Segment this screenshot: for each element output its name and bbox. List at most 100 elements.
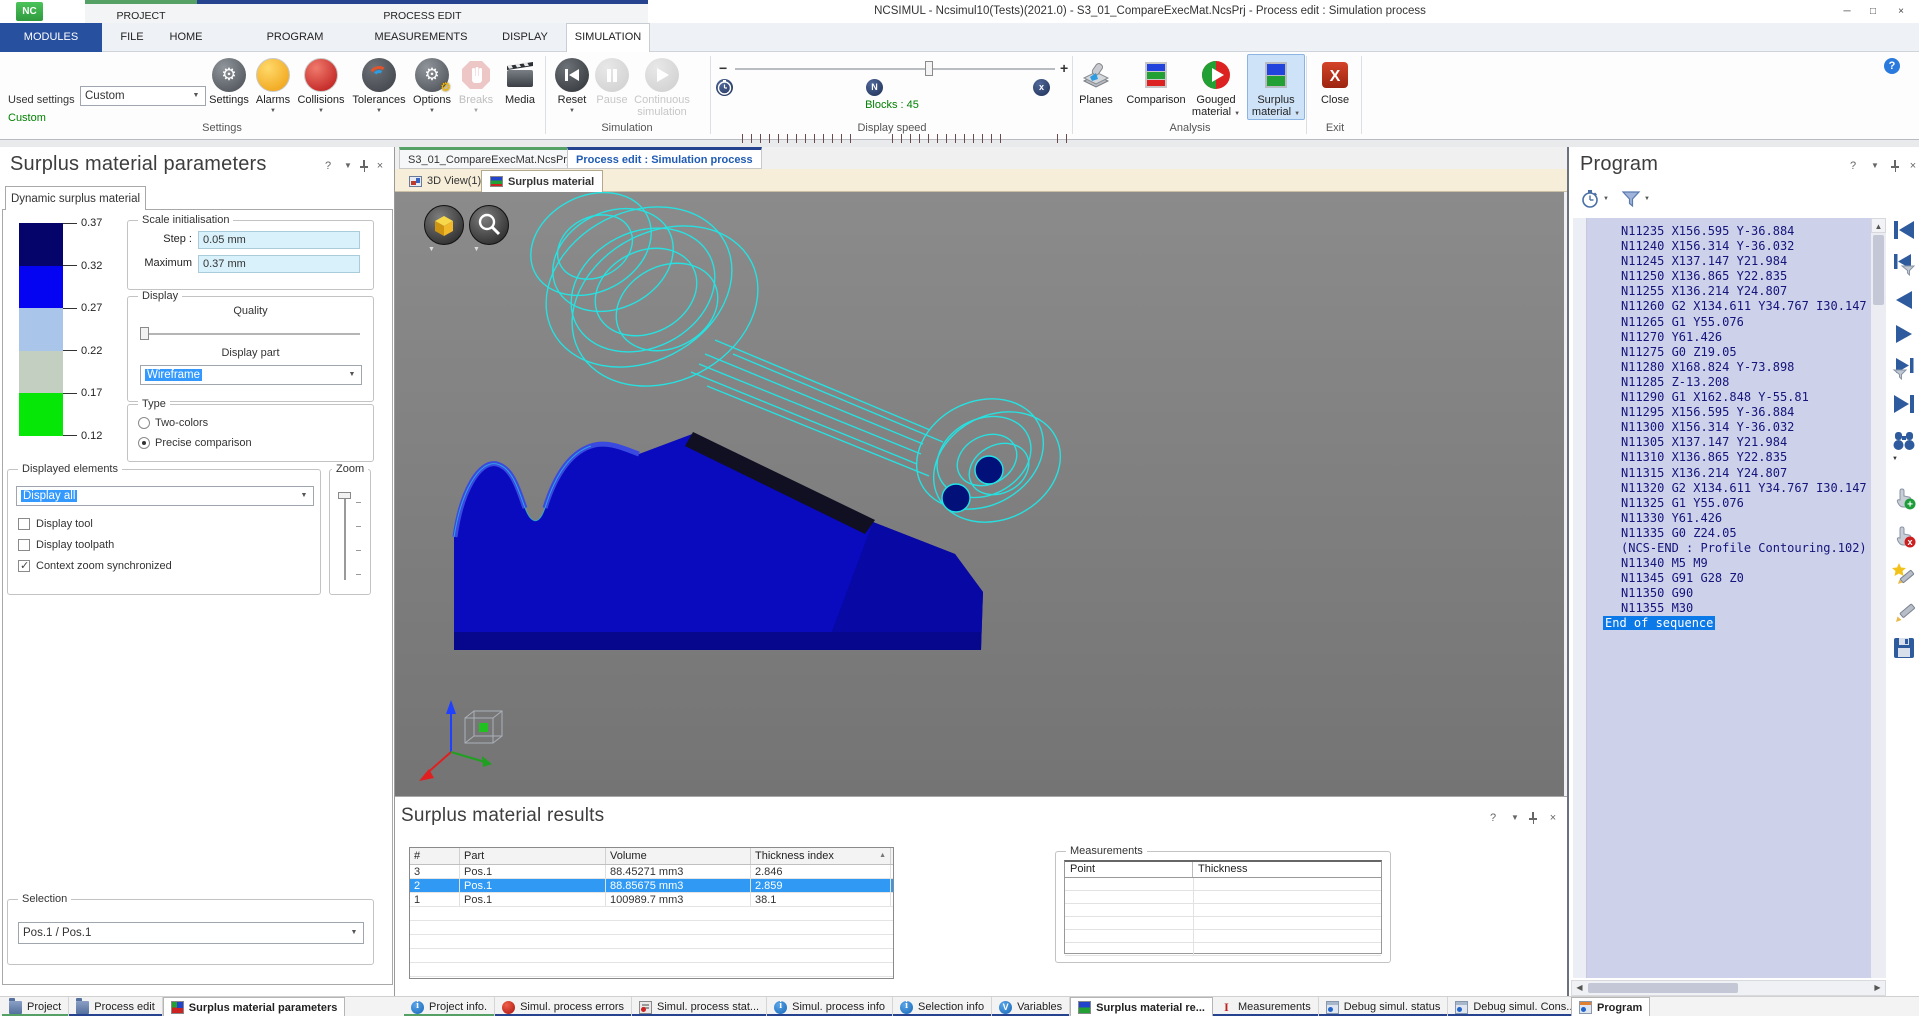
gcode-line[interactable]: N11290 G1 X162.848 Y-55.81	[1587, 390, 1871, 405]
radio-option[interactable]: Precise comparison	[138, 437, 367, 449]
chevron-down-icon[interactable]: ▼	[428, 246, 435, 253]
gcode-line[interactable]: N11255 X136.214 Y24.807	[1587, 284, 1871, 299]
speed-slider-handle[interactable]	[925, 61, 933, 76]
gcode-line[interactable]: N11285 Z-13.208	[1587, 375, 1871, 390]
go-to-start-button[interactable]	[1892, 218, 1916, 242]
scrollbar-thumb[interactable]	[1873, 235, 1884, 305]
help-icon[interactable]: ?	[320, 159, 336, 173]
speed-minus[interactable]: −	[719, 60, 727, 76]
tab-measurements[interactable]: MEASUREMENTS	[356, 23, 486, 52]
scrollbar-thumb[interactable]	[1588, 983, 1738, 993]
table-row[interactable]: 2Pos.188.85675 mm32.859	[410, 879, 893, 893]
close-panel-icon[interactable]: ×	[1545, 811, 1561, 825]
close-panel-icon[interactable]: ×	[372, 159, 388, 173]
statusbar-tab[interactable]: Simul. process errors	[495, 997, 632, 1016]
display-part-dropdown[interactable]: Wireframe ▼	[140, 365, 362, 385]
speed-plus[interactable]: +	[1060, 60, 1068, 76]
maximum-field[interactable]: 0.37 mm	[198, 255, 360, 273]
viewcube-button[interactable]	[424, 205, 464, 245]
planes-button[interactable]: Planes	[1069, 58, 1123, 106]
collisions-button[interactable]: Collisions ▼	[294, 58, 348, 114]
quality-slider-track[interactable]	[144, 333, 360, 335]
gcode-line[interactable]: N11300 X156.314 Y-36.032	[1587, 420, 1871, 435]
gcode-line[interactable]: N11295 X156.595 Y-36.884	[1587, 405, 1871, 420]
statusbar-tab[interactable]: Debug simul. status	[1319, 997, 1449, 1016]
close-simulation-button[interactable]: X Close	[1308, 58, 1362, 106]
checkbox-option[interactable]: Display toolpath	[18, 539, 314, 551]
statusbar-tab[interactable]: Program	[1571, 997, 1650, 1016]
gcode-listing[interactable]: N11235 X156.595 Y-36.884N11240 X156.314 …	[1587, 218, 1871, 978]
upper-tab-process-edit[interactable]: PROCESS EDIT	[197, 0, 648, 23]
gcode-line[interactable]: (NCS-END : Profile Contouring.102)	[1587, 541, 1871, 556]
checkbox-option[interactable]: Display tool	[18, 518, 314, 530]
close-window-button[interactable]: ×	[1890, 3, 1912, 20]
statusbar-tab[interactable]: Project	[2, 997, 69, 1016]
column-header[interactable]: Thickness index▲	[751, 848, 891, 864]
column-header[interactable]: Thickness	[1193, 862, 1381, 877]
gcode-line[interactable]: N11330 Y61.426	[1587, 511, 1871, 526]
statusbar-tab[interactable]: Debug simul. Cons...	[1448, 997, 1583, 1016]
minimize-button[interactable]: ─	[1836, 3, 1858, 20]
gcode-line[interactable]: N11235 X156.595 Y-36.884	[1587, 224, 1871, 239]
upper-tab-project[interactable]: PROJECT	[85, 0, 197, 23]
statusbar-tab[interactable]: Measurements	[1213, 997, 1319, 1016]
view-tab-3d-view[interactable]: 3D View(1)	[401, 170, 489, 192]
view-tab-surplus-material[interactable]: Surplus material	[481, 170, 603, 192]
play-to-filter-button[interactable]	[1892, 356, 1916, 380]
gcode-line[interactable]: N11340 M5 M9	[1587, 556, 1871, 571]
gcode-vertical-scrollbar[interactable]: ▲	[1871, 218, 1886, 978]
gcode-line[interactable]: N11345 G91 G28 Z0	[1587, 571, 1871, 586]
statusbar-tab[interactable]: Selection info	[893, 997, 992, 1016]
checkbox-option[interactable]: Context zoom synchronized	[18, 560, 314, 572]
statusbar-tab[interactable]: Simul. process stat...	[632, 997, 767, 1016]
tab-home[interactable]: HOME	[160, 23, 212, 52]
step-field[interactable]: 0.05 mm	[198, 231, 360, 249]
time-filter-button[interactable]: ▼	[1581, 189, 1609, 208]
gcode-line[interactable]: N11320 G2 X134.611 Y34.767 I30.147 J	[1587, 481, 1871, 496]
tab-simulation[interactable]: SIMULATION	[566, 23, 650, 52]
doc-tab-project[interactable]: S3_01_CompareExecMat.NcsPrj	[399, 147, 578, 169]
tolerances-button[interactable]: Tolerances ▼	[350, 58, 408, 114]
step-forward-button[interactable]	[1892, 322, 1916, 346]
gcode-line[interactable]: N11305 X137.147 Y21.984	[1587, 435, 1871, 450]
chevron-down-icon[interactable]: ▼	[1507, 811, 1523, 825]
clock-speed-icon[interactable]	[716, 79, 733, 96]
app-logo[interactable]: NC	[16, 2, 43, 21]
selection-dropdown[interactable]: Pos.1 / Pos.1 ▼	[18, 922, 364, 944]
save-button[interactable]	[1892, 636, 1916, 660]
alarms-button[interactable]: Alarms ▼	[246, 58, 300, 114]
table-row[interactable]: 3Pos.188.45271 mm32.846	[410, 865, 893, 879]
surplus-material-button[interactable]: Surplusmaterial ▼	[1249, 58, 1303, 120]
tab-display[interactable]: DISPLAY	[490, 23, 560, 52]
gcode-line[interactable]: N11350 G90	[1587, 586, 1871, 601]
gcode-line[interactable]: N11240 X156.314 Y-36.032	[1587, 239, 1871, 254]
statusbar-tab[interactable]: Surplus material re...	[1070, 997, 1213, 1016]
speed-slider-track[interactable]	[735, 68, 1055, 70]
back-to-filter-button[interactable]	[1892, 252, 1916, 276]
gcode-line[interactable]: N11325 G1 Y55.076	[1587, 496, 1871, 511]
tab-dynamic-surplus-material[interactable]: Dynamic surplus material	[5, 186, 146, 210]
column-header[interactable]: Point	[1065, 862, 1193, 877]
column-header[interactable]: Part	[460, 848, 606, 864]
search-button[interactable]	[1892, 430, 1916, 454]
zoom-slider-handle[interactable]	[338, 492, 351, 499]
zoom-slider-track[interactable]	[344, 492, 346, 580]
gcode-line[interactable]: N11335 G0 Z24.05	[1587, 526, 1871, 541]
edit-favorite-button[interactable]	[1892, 562, 1916, 586]
filter-button[interactable]: ▼	[1621, 189, 1650, 208]
gouged-material-button[interactable]: Gougedmaterial ▼	[1186, 58, 1246, 120]
tab-program[interactable]: PROGRAM	[248, 23, 342, 52]
zoom-tool-button[interactable]	[469, 205, 509, 245]
gcode-line[interactable]: N11310 X136.865 Y22.835	[1587, 450, 1871, 465]
maximize-button[interactable]: □	[1862, 3, 1884, 20]
statusbar-tab[interactable]: Process edit	[69, 997, 163, 1016]
help-icon[interactable]: ?	[1845, 159, 1861, 173]
go-to-end-button[interactable]	[1892, 392, 1916, 416]
speed-x-icon[interactable]: x	[1033, 79, 1050, 96]
gcode-line[interactable]: N11245 X137.147 Y21.984	[1587, 254, 1871, 269]
gcode-line[interactable]: N11280 X168.824 Y-73.898	[1587, 360, 1871, 375]
media-button[interactable]: Media	[493, 58, 547, 106]
results-table-header[interactable]: # Part Volume Thickness index▲	[410, 848, 893, 865]
step-back-button[interactable]	[1892, 288, 1916, 312]
chevron-down-icon[interactable]: ▼	[1867, 159, 1883, 173]
